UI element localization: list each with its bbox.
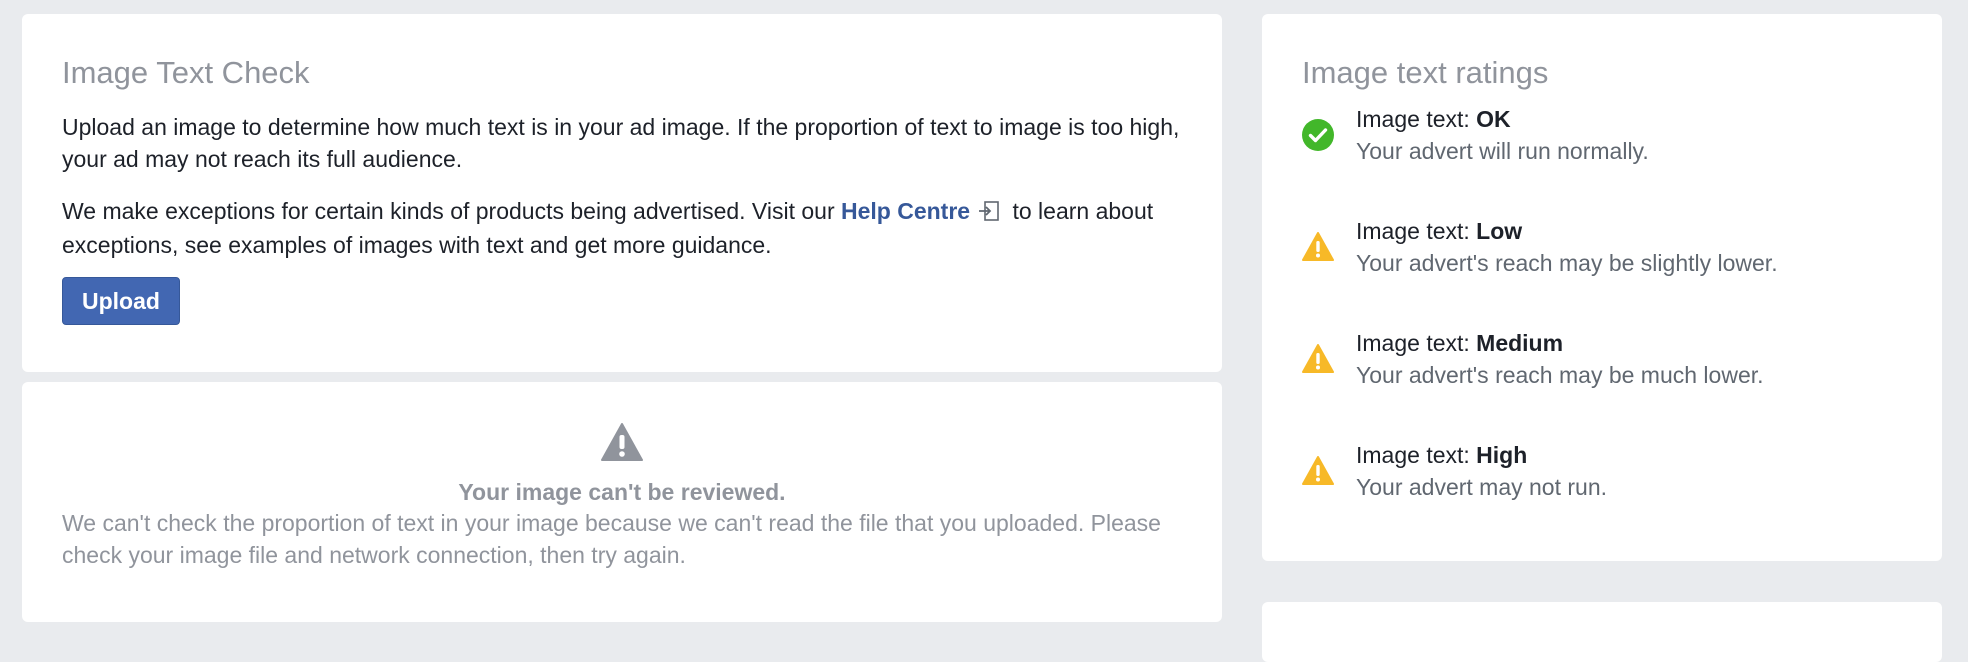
exceptions-paragraph: We make exceptions for certain kinds of …	[62, 195, 1182, 261]
rating-level: OK	[1476, 106, 1511, 133]
warning-icon	[600, 423, 644, 466]
rating-description: Your advert may not run.	[1356, 474, 1608, 501]
warning-icon	[1302, 343, 1334, 375]
ratings-card: Image text ratings Image text: OK Your a…	[1262, 14, 1942, 561]
error-title: Your image can't be reviewed.	[458, 479, 786, 505]
check-circle-icon	[1302, 119, 1334, 152]
rating-medium: Image text: Medium Your advert's reach m…	[1302, 327, 1902, 391]
exceptions-text-before: We make exceptions for certain kinds of …	[62, 198, 841, 225]
image-text-check-card: Image Text Check Upload an image to dete…	[22, 14, 1222, 372]
warning-icon	[1302, 455, 1334, 487]
page-title: Image Text Check	[62, 55, 310, 90]
ratings-title: Image text ratings	[1302, 55, 1549, 90]
rating-high: Image text: High Your advert may not run…	[1302, 439, 1902, 503]
upload-button[interactable]: Upload	[62, 277, 180, 326]
rating-description: Your advert will run normally.	[1356, 138, 1649, 165]
rating-prefix: Image text:	[1356, 442, 1477, 469]
intro-paragraph: Upload an image to determine how much te…	[62, 114, 1180, 173]
rating-ok: Image text: OK Your advert will run norm…	[1302, 103, 1902, 167]
help-centre-link[interactable]: Help Centre	[841, 198, 970, 224]
rating-prefix: Image text:	[1356, 218, 1477, 245]
rating-prefix: Image text:	[1356, 106, 1477, 133]
review-error-card: Your image can't be reviewed. We can't c…	[22, 382, 1222, 622]
warning-icon	[1302, 231, 1334, 263]
rating-level: High	[1476, 442, 1528, 469]
rating-description: Your advert's reach may be slightly lowe…	[1356, 250, 1778, 277]
rating-description: Your advert's reach may be much lower.	[1356, 362, 1764, 389]
rating-level: Low	[1476, 218, 1523, 245]
rating-low: Image text: Low Your advert's reach may …	[1302, 215, 1902, 279]
external-link-icon	[978, 197, 1000, 229]
rating-level: Medium	[1476, 330, 1564, 357]
secondary-card	[1262, 602, 1942, 662]
error-message: We can't check the proportion of text in…	[62, 510, 1161, 568]
rating-prefix: Image text:	[1356, 330, 1477, 357]
